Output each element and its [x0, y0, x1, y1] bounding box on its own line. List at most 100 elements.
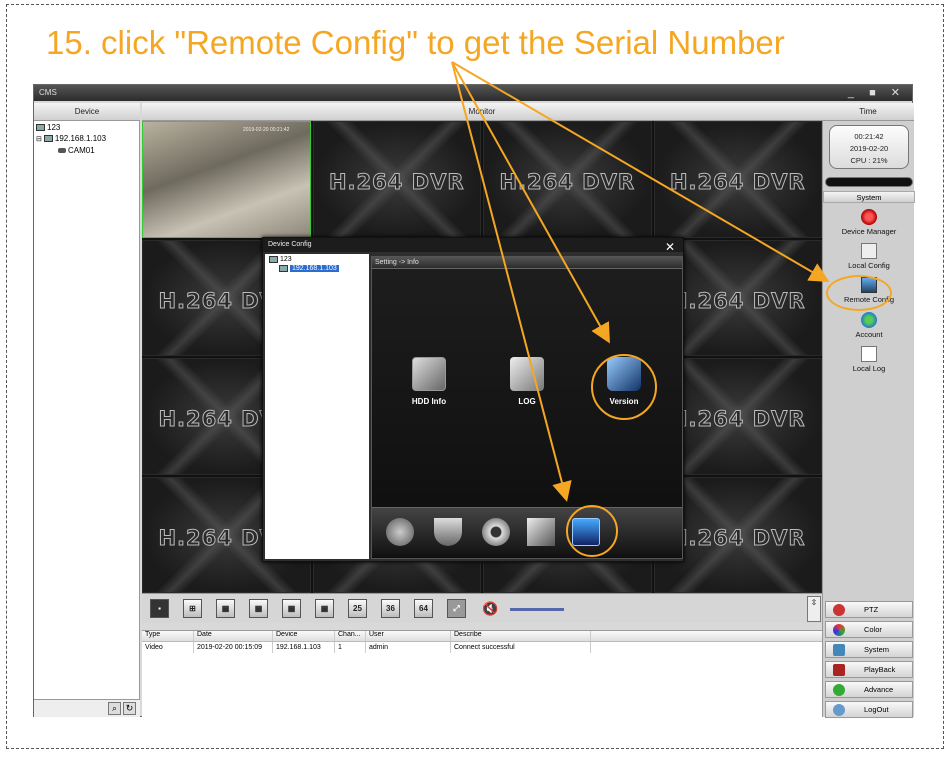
log-cell: 2019-02-20 00:15:09	[194, 642, 273, 653]
hdd-info-label: HDD Info	[411, 397, 447, 406]
time-column-header: Time	[822, 103, 914, 121]
log-cell: admin	[366, 642, 451, 653]
log-cell: 192.168.1.103	[273, 642, 335, 653]
table-row[interactable]: Video 2019-02-20 00:15:09 192.168.1.103 …	[142, 642, 822, 653]
logout-label: LogOut	[864, 705, 889, 714]
live-timestamp: 2019-02-20 00:21:42	[243, 127, 290, 133]
tree-camera-label: CAM01	[68, 146, 95, 155]
collapse-icon[interactable]: ⊟	[36, 135, 42, 143]
mute-icon[interactable]: 🔇	[482, 601, 498, 617]
device-column-header: Device	[34, 103, 140, 121]
tree-camera[interactable]: CAM01	[58, 146, 95, 155]
tree-host-label: 192.168.1.103	[54, 134, 107, 143]
system-section-header[interactable]: System	[823, 191, 915, 203]
split-1-icon[interactable]: ▪	[150, 599, 169, 618]
instruction-caption: 15. click "Remote Config" to get the Ser…	[46, 24, 785, 61]
clock-date: 2019-02-20	[849, 144, 889, 153]
split-25-button[interactable]: 25	[348, 599, 367, 618]
video-tile[interactable]: H.264 DVR	[483, 121, 652, 238]
highlight-ring-info	[566, 505, 618, 557]
split-16-icon[interactable]: ▦	[315, 599, 334, 618]
local-log-button[interactable]: Local Log	[823, 346, 915, 373]
log-col-channel: Chan...	[335, 631, 366, 641]
fullscreen-icon[interactable]: ⤢	[447, 599, 466, 618]
log-cell: Video	[142, 642, 194, 653]
device-tree: 123 ⊟ 192.168.1.103 CAM01	[34, 121, 140, 699]
playback-label: PlayBack	[864, 665, 896, 674]
video-tile-live[interactable]: 2019-02-20 00:21:42	[142, 121, 311, 238]
local-config-label: Local Config	[848, 261, 890, 270]
window-title: CMS	[39, 88, 57, 97]
tree-host[interactable]: ⊟ 192.168.1.103	[36, 134, 106, 143]
log-label: LOG	[518, 397, 536, 406]
tools-icon[interactable]	[527, 518, 555, 546]
search-icon[interactable]: ⌕	[108, 702, 121, 715]
advance-button[interactable]: Advance	[825, 681, 913, 698]
device-manager-button[interactable]: Device Manager	[823, 209, 915, 236]
disk-icon[interactable]	[386, 518, 414, 546]
window-controls[interactable]: _ ■ ✕	[848, 86, 906, 99]
gear-icon[interactable]	[482, 518, 510, 546]
ptz-label: PTZ	[864, 605, 879, 614]
split-6-icon[interactable]: ▦	[216, 599, 235, 618]
highlight-ring-version	[591, 354, 657, 420]
refresh-icon[interactable]: ↻	[123, 702, 136, 715]
tile-label: H.264 DVR	[669, 170, 806, 195]
breadcrumb: Setting -> Info	[372, 257, 682, 269]
account-button[interactable]: Account	[823, 312, 915, 339]
tile-label: H.264 DVR	[499, 170, 636, 195]
view-toolbar: ▪ ⊞ ▦ ▦ ▦ ▦ 25 36 64 ⤢ 🔇	[142, 593, 822, 623]
hdd-info-button[interactable]: HDD Info	[394, 357, 464, 406]
split-4-icon[interactable]: ⊞	[183, 599, 202, 618]
camera-icon	[58, 148, 66, 153]
event-log: Type Date Device Chan... User Describe V…	[142, 630, 822, 717]
log-header: Type Date Device Chan... User Describe	[142, 631, 822, 642]
volume-slider[interactable]	[510, 608, 564, 611]
dialog-tree-root[interactable]: 123	[265, 254, 369, 265]
chevron-down-icon	[833, 684, 845, 696]
dialog-tree-host-label: 192.168.1.103	[290, 265, 339, 272]
local-config-button[interactable]: Local Config	[823, 243, 915, 270]
ptz-icon	[833, 604, 845, 616]
tree-root[interactable]: 123	[36, 123, 60, 132]
dialog-title: Device Config	[263, 238, 683, 252]
log-icon	[510, 357, 544, 391]
tree-root-label: 123	[47, 123, 61, 132]
scroll-up-down-icon[interactable]: ⇳	[807, 596, 821, 622]
system-button[interactable]: System	[825, 641, 913, 658]
dialog-tree-host[interactable]: 192.168.1.103	[265, 265, 369, 272]
highlight-ring-remote-config	[826, 275, 892, 311]
system-icon	[833, 644, 845, 656]
log-button[interactable]: LOG	[492, 357, 562, 406]
logout-button[interactable]: LogOut	[825, 701, 913, 718]
color-button[interactable]: Color	[825, 621, 913, 638]
ptz-button[interactable]: PTZ	[825, 601, 913, 618]
right-panel: 00:21:42 2019-02-20 CPU : 21% System Dev…	[822, 121, 915, 718]
split-9-icon[interactable]: ▦	[249, 599, 268, 618]
cpu-usage: CPU : 21%	[850, 156, 888, 165]
logout-icon	[833, 704, 845, 716]
dialog-bottom-bar	[372, 507, 682, 557]
shield-icon[interactable]	[434, 518, 462, 546]
dialog-tree-root-label: 123	[280, 256, 292, 263]
close-icon[interactable]: ✕	[665, 240, 675, 254]
document-icon	[861, 346, 877, 362]
dialog-device-tree: 123 192.168.1.103	[265, 254, 369, 559]
color-icon	[833, 624, 845, 636]
log-cell: Connect successful	[451, 642, 591, 653]
video-tile[interactable]: H.264 DVR	[312, 121, 481, 238]
group-icon	[269, 256, 278, 263]
split-64-button[interactable]: 64	[414, 599, 433, 618]
split-36-button[interactable]: 36	[381, 599, 400, 618]
group-icon	[36, 124, 45, 131]
account-label: Account	[855, 330, 883, 339]
dvr-icon	[279, 265, 288, 272]
log-col-date: Date	[194, 631, 273, 641]
split-12-icon[interactable]: ▦	[282, 599, 301, 618]
log-col-type: Type	[142, 631, 194, 641]
window-titlebar: CMS _ ■ ✕	[34, 85, 912, 101]
playback-button[interactable]: PlayBack	[825, 661, 913, 678]
hdd-icon	[412, 357, 446, 391]
status-bar	[825, 177, 913, 187]
video-tile[interactable]: H.264 DVR	[653, 121, 822, 238]
